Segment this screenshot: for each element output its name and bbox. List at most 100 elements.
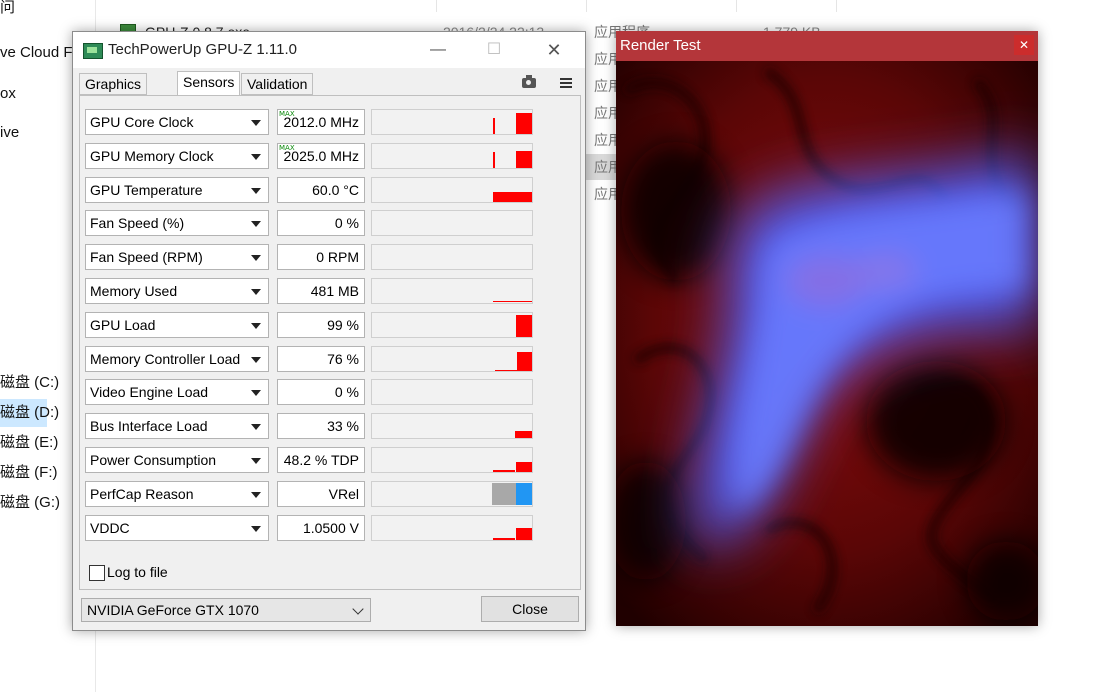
sensor-value: 0 % [277,210,365,236]
dropdown-arrow-icon [251,458,261,464]
sensor-value: MAX 2025.0 MHz [277,143,365,169]
graph-bar [516,462,532,472]
sensor-name-label: GPU Memory Clock [90,148,214,164]
column-separator [836,0,837,12]
render-canvas [616,61,1038,626]
sensor-name-dropdown[interactable]: GPU Load [85,312,269,338]
sensor-graph [371,312,533,338]
tab-graphics-card[interactable]: Graphics Card [79,73,148,112]
log-to-file-label: Log to file [107,564,168,580]
close-button[interactable]: Close [481,596,579,622]
nav-item-dropbox[interactable]: ox [0,80,16,108]
dropdown-arrow-icon [251,424,261,430]
sensor-value-text: 33 % [327,418,359,434]
nav-item-label: 磁盘 (F:) [0,464,58,481]
chevron-down-icon [352,603,364,615]
sensor-value-text: 76 % [327,351,359,367]
render-title-bar[interactable]: Render Test ✕ [616,31,1038,61]
nav-item-drive-g[interactable]: 磁盘 (G:) [0,489,60,517]
nav-item[interactable]: 问 [0,0,15,22]
sensor-graph [371,143,533,169]
sensor-name-dropdown[interactable]: Fan Speed (RPM) [85,244,269,270]
sensor-name-label: Video Engine Load [90,384,209,400]
sensor-name-dropdown[interactable]: Power Consumption [85,447,269,473]
sensor-name-dropdown[interactable]: GPU Memory Clock [85,143,269,169]
sensor-value: 76 % [277,346,365,372]
hamburger-menu-icon[interactable] [560,78,572,88]
sensor-graph [371,244,533,270]
sensor-value-text: 481 MB [310,283,359,299]
dropdown-arrow-icon [251,390,261,396]
sensor-name-dropdown[interactable]: GPU Temperature [85,177,269,203]
nav-item-label: ive [0,124,20,141]
column-separator [586,0,587,12]
sensor-name-label: VDDC [90,520,130,536]
nav-item-drive[interactable]: ive [0,119,19,147]
sensor-name-dropdown[interactable]: VDDC [85,515,269,541]
sensor-name-label: Power Consumption [90,452,217,468]
sensor-value: 481 MB [277,278,365,304]
nav-item-drive-d[interactable]: 磁盘 (D:) [0,399,59,427]
sensor-name-dropdown[interactable]: Bus Interface Load [85,413,269,439]
render-close-button[interactable]: ✕ [1014,35,1034,55]
sensor-value: 0 % [277,379,365,405]
sensor-name-label: Fan Speed (%) [90,215,185,231]
nav-item-label: 磁盘 (E:) [0,434,59,451]
dropdown-arrow-icon [251,255,261,261]
close-window-button[interactable]: ✕ [534,38,574,62]
sensor-value: 33 % [277,413,365,439]
sensor-graph [371,379,533,405]
camera-icon[interactable] [522,75,536,88]
nav-item-drive-f[interactable]: 磁盘 (F:) [0,459,58,487]
window-title: TechPowerUp GPU-Z 1.11.0 [108,41,297,58]
graph-bar [493,538,515,540]
sensor-name-dropdown[interactable]: Memory Used [85,278,269,304]
sensor-value-text: 60.0 °C [312,182,359,198]
graph-bar [517,352,532,371]
graph-bar [495,370,517,371]
sensor-value-text: 99 % [327,317,359,333]
sensor-name-dropdown[interactable]: PerfCap Reason [85,481,269,507]
sensor-name-dropdown[interactable]: Video Engine Load [85,379,269,405]
dropdown-arrow-icon [251,188,261,194]
sensor-graph [371,481,533,507]
graph-bar [493,192,532,202]
dropdown-arrow-icon [251,357,261,363]
graph-bar [515,431,532,438]
sensor-name-dropdown[interactable]: Memory Controller Load [85,346,269,372]
sensor-value-text: VRel [328,486,359,502]
render-scene [616,61,1038,626]
dropdown-arrow-icon [251,492,261,498]
dropdown-arrow-icon [251,221,261,227]
sensor-name-label: Memory Used [90,283,178,299]
dropdown-arrow-icon [251,323,261,329]
sensor-value-text: 0 % [334,384,359,400]
graph-bar [493,118,495,134]
sensor-name-label: GPU Core Clock [90,114,194,130]
dropdown-arrow-icon [251,120,261,126]
dropdown-arrow-icon [251,289,261,295]
sensor-name-dropdown[interactable]: GPU Core Clock [85,109,269,135]
perfcap-vrel-segment [516,483,532,505]
sensor-value: VRel [277,481,365,507]
minimize-button[interactable]: — [418,38,458,62]
log-to-file-checkbox[interactable] [89,565,105,581]
render-test-window: Render Test ✕ [616,31,1038,626]
nav-item-label: 磁盘 (C:) [0,374,60,391]
tab-sensors[interactable]: Sensors [177,71,241,97]
tab-validation[interactable]: Validation [241,73,314,95]
gpu-select-dropdown[interactable]: NVIDIA GeForce GTX 1070 [81,598,371,622]
nav-item-drive-c[interactable]: 磁盘 (C:) [0,369,59,397]
maximize-button[interactable]: ☐ [474,38,514,62]
nav-item-drive-e[interactable]: 磁盘 (E:) [0,429,58,457]
gpuz-window: TechPowerUp GPU-Z 1.11.0 — ☐ ✕ Graphics … [72,31,586,631]
sensor-value: 1.0500 V [277,515,365,541]
title-bar[interactable]: TechPowerUp GPU-Z 1.11.0 — ☐ ✕ [73,32,585,68]
sensor-graph [371,109,533,135]
sensor-value-text: 0 RPM [316,249,359,265]
sensor-name-dropdown[interactable]: Fan Speed (%) [85,210,269,236]
nav-item-cloud[interactable]: ve Cloud Fi [0,39,76,67]
sensor-value-text: 2025.0 MHz [283,148,359,164]
sensor-name-label: Memory Controller Load [90,351,241,367]
graph-bar [516,151,532,168]
